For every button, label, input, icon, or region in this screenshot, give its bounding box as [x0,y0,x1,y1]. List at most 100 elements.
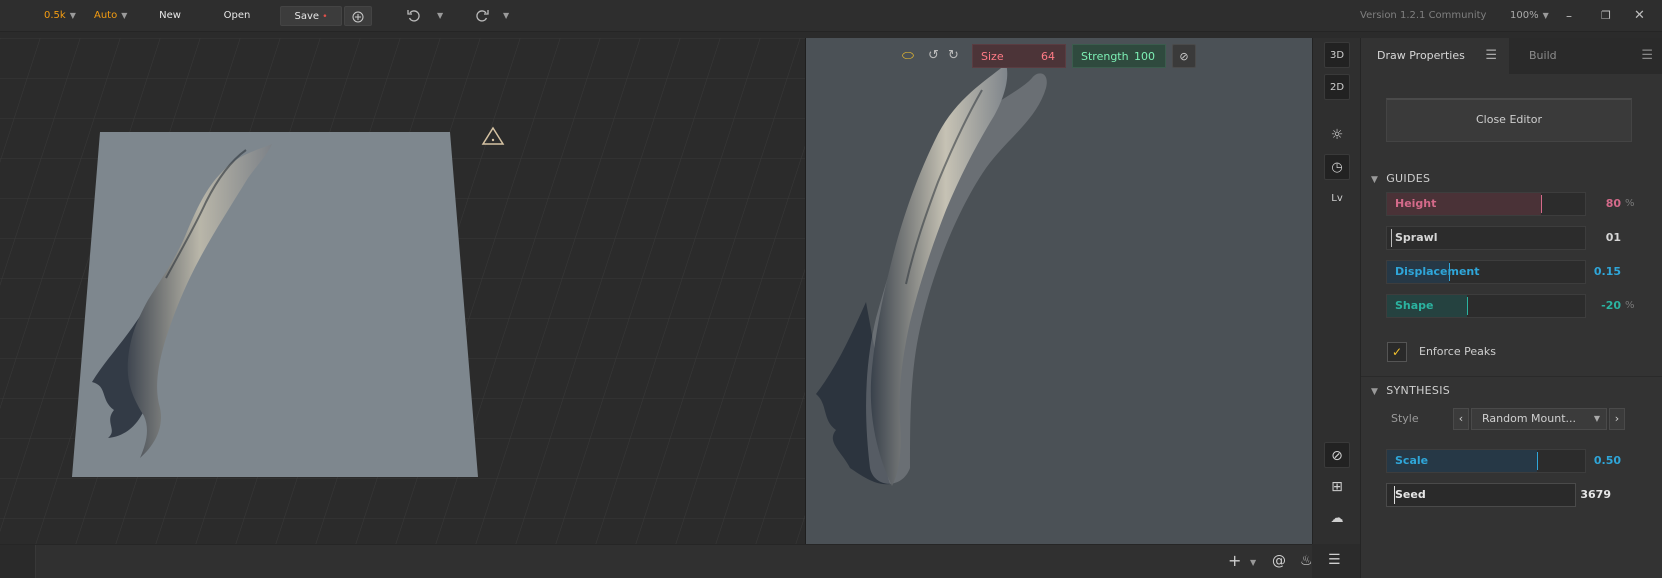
displacement-value[interactable]: 0.15 [1571,260,1621,284]
enforce-peaks-label: Enforce Peaks [1419,345,1496,358]
plus-circle-icon [352,11,364,23]
shape-unit: % [1625,300,1635,311]
close-icon: ✕ [1634,8,1645,23]
close-window-button[interactable]: ✕ [1634,6,1645,26]
zoom-value: 100% [1510,10,1539,21]
scale-slider[interactable]: Scale [1386,449,1586,473]
compass-button[interactable]: ⊘ [1324,442,1350,468]
gauge-icon: ◷ [1331,160,1343,175]
tab-draw-properties-label: Draw Properties [1377,49,1465,62]
menu-icon[interactable]: ☰ [1485,38,1497,74]
synthesis-section-header[interactable]: ▼ SYNTHESIS [1371,384,1450,397]
height-value[interactable]: 80 [1571,192,1621,216]
bottom-bar: + ▼ @ ♨ [0,544,1313,578]
panel-tabs: Draw Properties ☰ Build ☰ [1361,38,1662,74]
chevron-down-icon: ▼ [1371,387,1379,397]
shape-value[interactable]: -20 [1571,294,1621,318]
brush-mode-button[interactable]: ⬭ [902,44,920,68]
shape-slider[interactable]: Shape [1386,294,1586,318]
scale-value[interactable]: 0.50 [1571,449,1621,473]
resolution-dropdown[interactable]: 0.5k ▼ [44,6,76,26]
close-editor-button[interactable]: Close Editor [1386,98,1632,142]
gauge-button[interactable]: ◷ [1324,154,1350,180]
guides-section-header[interactable]: ▼ GUIDES [1371,172,1430,185]
guides-title: GUIDES [1386,172,1431,185]
style-next-button[interactable]: › [1609,408,1625,430]
simulate-button[interactable]: ♨ [1300,553,1313,569]
chevron-down-icon: ▼ [1250,558,1257,567]
view-3d-button[interactable]: 3D [1324,42,1350,68]
undo-icon: ↺ [928,48,939,63]
sprawl-value[interactable]: 01 [1571,226,1621,250]
brush-strength-slider[interactable]: Strength 100 [1072,44,1166,68]
at-icon: @ [1272,553,1286,569]
chevron-down-icon: ▼ [437,11,444,20]
flame-icon: ♨ [1300,553,1313,569]
scale-handle[interactable] [1537,452,1538,470]
minimize-button[interactable]: – [1566,6,1572,26]
menu-icon: ☰ [1328,552,1341,568]
grid-icon: ⊞ [1331,479,1343,495]
restore-icon: ❐ [1601,9,1611,22]
undo-icon [407,10,420,22]
plus-icon: + [1228,551,1242,570]
redo-history-dropdown[interactable]: ▼ [499,6,509,26]
viewport-2d[interactable]: ⬭ ↺ ↻ Size 64 Strength 100 ⊘ [806,38,1312,544]
style-value: Random Mount... [1482,412,1577,425]
displacement-label: Displacement [1395,265,1480,278]
draw-redo-button[interactable]: ↻ [948,44,964,68]
displacement-slider[interactable]: Displacement [1386,260,1586,284]
view-2d-button[interactable]: 2D [1324,74,1350,100]
chevron-down-icon: ▼ [69,11,76,20]
undo-history-dropdown[interactable]: ▼ [433,6,443,26]
new-button[interactable]: New [150,6,190,26]
sprawl-handle[interactable] [1391,229,1392,247]
redo-icon: ↻ [948,48,959,63]
seed-value[interactable]: 3679 [1561,483,1611,507]
height-handle[interactable] [1541,195,1542,213]
tab-draw-properties[interactable]: Draw Properties ☰ [1361,38,1509,74]
cloud-button[interactable]: ☁ [1324,506,1350,532]
chevron-down-icon: ▼ [121,11,128,20]
clear-brush-button[interactable]: ⊘ [1172,44,1196,68]
add-button[interactable] [344,6,372,26]
enforce-peaks-checkbox[interactable]: ✓ [1387,342,1407,362]
lighting-button[interactable]: ☼ [1324,122,1350,148]
version-label: Version 1.2.1 Community [1360,10,1487,21]
redo-icon [476,10,489,22]
seed-label: Seed [1395,488,1426,501]
redo-button[interactable] [474,6,490,26]
brush-strength-value: 100 [1134,50,1155,63]
open-button[interactable]: Open [216,6,258,26]
add-node-dropdown[interactable]: ▼ [1250,558,1256,567]
restore-button[interactable]: ❐ [1601,6,1611,26]
shape-handle[interactable] [1467,297,1468,315]
menu-icon[interactable]: ☰ [1641,38,1653,74]
bottom-tab[interactable] [0,545,36,578]
seed-field[interactable]: Seed [1386,483,1576,507]
add-node-button[interactable]: + [1228,551,1241,570]
brush-size-label: Size [981,50,1004,63]
level-button[interactable]: Lv [1324,186,1350,212]
zoom-dropdown[interactable]: 100% ▼ [1510,6,1549,26]
save-button[interactable]: Save • [280,6,342,26]
sprawl-slider[interactable]: Sprawl [1386,226,1586,250]
style-dropdown[interactable]: Random Mount... ▼ [1471,408,1607,430]
top-bar: 0.5k ▼ Auto ▼ New Open Save • ▼ ▼ Version … [0,0,1662,32]
bottom-menu-button[interactable]: ☰ [1328,552,1341,568]
mode-dropdown[interactable]: Auto ▼ [94,6,127,26]
terrain-3d-render [0,38,805,544]
prohibit-icon: ⊘ [1179,50,1189,63]
height-slider[interactable]: Height [1386,192,1586,216]
grid-button[interactable]: ⊞ [1324,474,1350,500]
minimize-icon: – [1566,9,1572,23]
tab-build[interactable]: Build ☰ [1511,38,1662,74]
undo-button[interactable] [406,6,422,26]
viewport-3d[interactable] [0,38,805,544]
style-prev-button[interactable]: ‹ [1453,408,1469,430]
properties-panel: Draw Properties ☰ Build ☰ Close Editor ▼… [1360,38,1662,578]
brush-size-slider[interactable]: Size 64 [972,44,1066,68]
chevron-left-icon: ‹ [1458,412,1464,425]
link-button[interactable]: @ [1272,553,1286,569]
draw-undo-button[interactable]: ↺ [928,44,944,68]
